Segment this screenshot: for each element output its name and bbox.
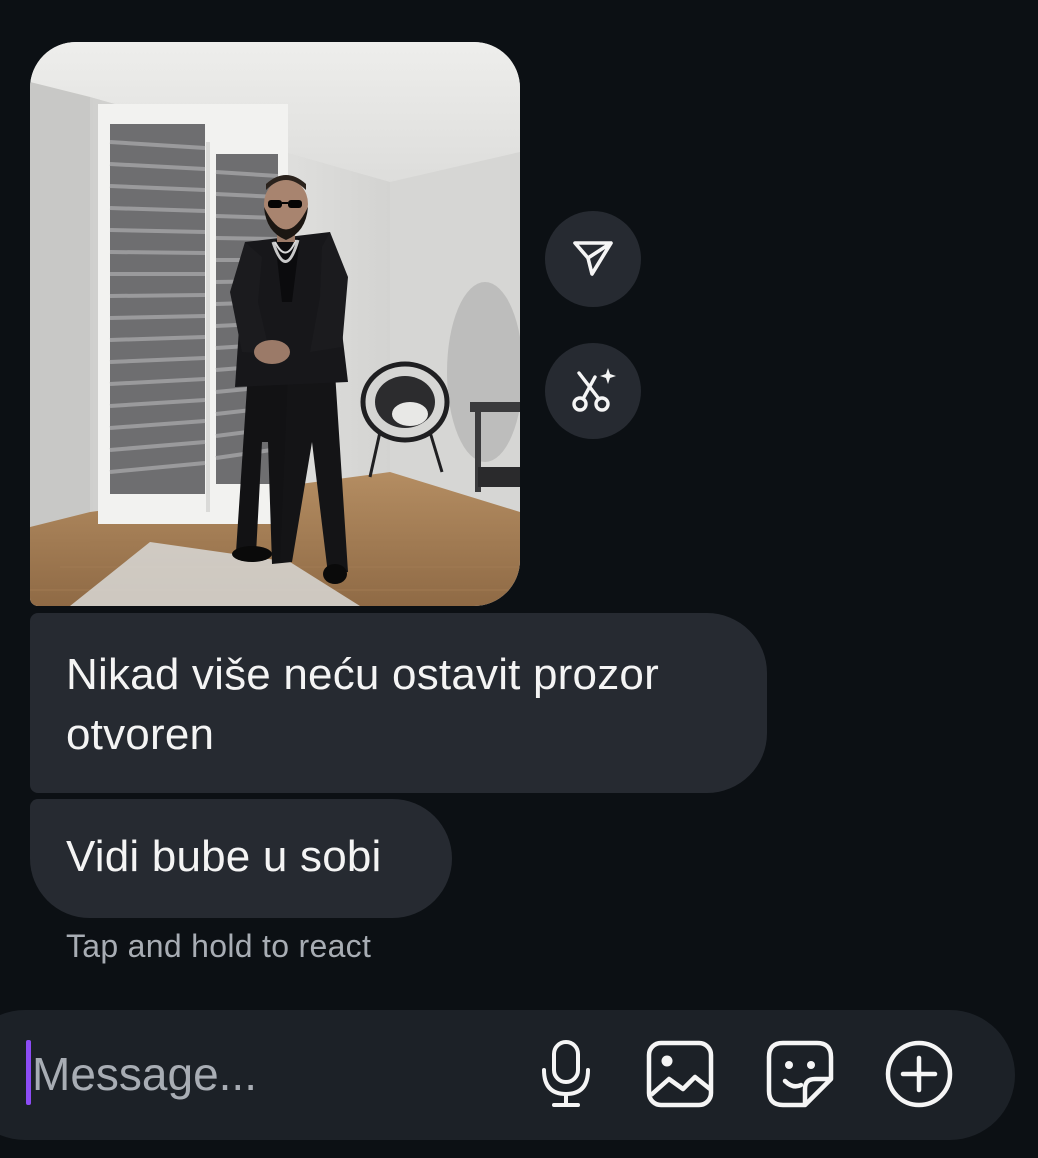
photo-image	[30, 42, 520, 606]
photo-message[interactable]	[30, 42, 520, 606]
scissors-sparkle-icon	[567, 363, 619, 420]
message-bubble[interactable]: Vidi bube u sobi	[30, 799, 452, 918]
text-caret	[26, 1040, 31, 1105]
sticker-button[interactable]	[764, 1040, 836, 1112]
more-options-button[interactable]	[883, 1040, 955, 1112]
message-text: Vidi bube u sobi	[66, 832, 382, 881]
share-button[interactable]	[545, 211, 641, 307]
react-hint: Tap and hold to react	[66, 928, 372, 964]
voice-message-button[interactable]	[530, 1038, 602, 1115]
message-bubble[interactable]: Nikad više neću ostavit prozor otvoren	[30, 613, 767, 793]
message-text: Nikad više neću ostavit prozor otvoren	[66, 650, 659, 759]
gallery-icon	[645, 1039, 715, 1114]
sticker-icon	[765, 1039, 835, 1114]
message-input[interactable]	[32, 1042, 512, 1106]
plus-circle-icon	[883, 1038, 955, 1115]
gallery-button[interactable]	[644, 1040, 716, 1112]
send-icon	[568, 232, 618, 287]
remix-button[interactable]	[545, 343, 641, 439]
microphone-icon	[536, 1038, 596, 1115]
